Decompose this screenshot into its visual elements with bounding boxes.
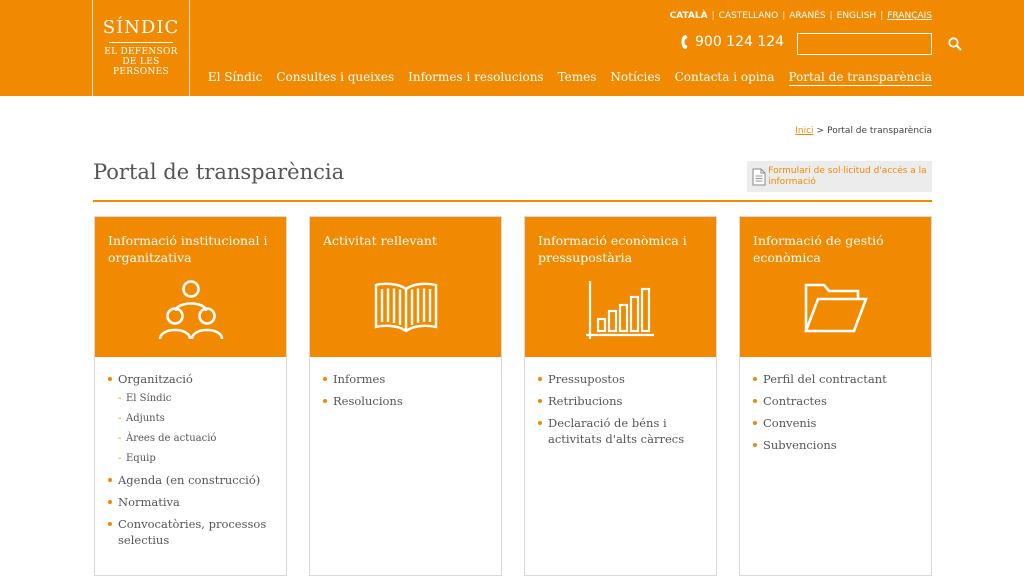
lang-separator: | bbox=[829, 11, 833, 21]
card-link-list: Pressupostos Retribucions Declaració de … bbox=[525, 357, 716, 447]
sub-link-list: El Síndic Adjunts Àrees de actuació Equi… bbox=[118, 392, 276, 466]
card-header[interactable]: Informació institucional i organitzativa bbox=[95, 217, 286, 357]
list-item: Pressupostos bbox=[538, 371, 706, 387]
list-item: Agenda (en construcció) bbox=[108, 472, 276, 488]
open-book-icon bbox=[310, 279, 501, 335]
card-header[interactable]: Activitat rellevant bbox=[310, 217, 501, 357]
link-arees-actuacio[interactable]: Àrees de actuació bbox=[126, 433, 216, 444]
link-declaracio-bens[interactable]: Declaració de béns i activitats d'alts c… bbox=[548, 416, 684, 446]
lang-separator: | bbox=[782, 11, 786, 21]
nav-temes[interactable]: Temes bbox=[558, 69, 597, 86]
nav-informes-resolucions[interactable]: Informes i resolucions bbox=[408, 69, 543, 86]
link-convenis[interactable]: Convenis bbox=[763, 416, 816, 430]
nav-noticies[interactable]: Notícies bbox=[610, 69, 660, 86]
list-item: Organització El Síndic Adjunts Àrees de … bbox=[108, 371, 276, 466]
nav-portal-transparencia[interactable]: Portal de transparència bbox=[788, 69, 932, 86]
list-item: Contractes bbox=[753, 393, 921, 409]
card-header[interactable]: Informació de gestió econòmica bbox=[740, 217, 931, 357]
folder-icon bbox=[740, 279, 931, 335]
logo-subtitle-line-3: PERSONES bbox=[113, 67, 169, 77]
link-subvencions[interactable]: Subvencions bbox=[763, 438, 837, 452]
link-el-sindic[interactable]: El Síndic bbox=[126, 393, 171, 404]
list-item: Convenis bbox=[753, 415, 921, 431]
phone-contact: 900 124 124 bbox=[680, 34, 784, 50]
page-title: Portal de transparència bbox=[93, 160, 345, 184]
breadcrumb-home-link[interactable]: Inici bbox=[795, 126, 813, 136]
card-link-list: Perfil del contractant Contractes Conven… bbox=[740, 357, 931, 453]
sub-list-item: El Síndic bbox=[118, 392, 276, 406]
link-retribucions[interactable]: Retribucions bbox=[548, 394, 622, 408]
nav-consultes-queixes[interactable]: Consultes i queixes bbox=[276, 69, 394, 86]
card-title: Informació de gestió econòmica bbox=[753, 233, 884, 265]
access-request-form-link[interactable]: Formulari de sol·licitud d'accés a la in… bbox=[747, 161, 932, 192]
link-informes[interactable]: Informes bbox=[333, 372, 385, 386]
link-adjunts[interactable]: Adjunts bbox=[126, 413, 165, 424]
card-link-list: Informes Resolucions bbox=[310, 357, 501, 409]
list-item: Declaració de béns i activitats d'alts c… bbox=[538, 415, 706, 447]
logo-subtitle-line-2: DE LES bbox=[122, 57, 160, 67]
breadcrumb-current: Portal de transparència bbox=[827, 126, 932, 136]
link-agenda[interactable]: Agenda (en construcció) bbox=[118, 473, 260, 487]
lang-castellano[interactable]: CASTELLANO bbox=[719, 11, 779, 21]
card-relevant-activity: Activitat rellevant Informes Resolucions bbox=[309, 216, 502, 576]
card-title: Informació institucional i organitzativa bbox=[108, 233, 268, 265]
sub-list-item: Àrees de actuació bbox=[118, 432, 276, 446]
lang-aranes[interactable]: ARANÉS bbox=[789, 11, 825, 21]
card-economic-budget-info: Informació econòmica i pressupostària Pr… bbox=[524, 216, 717, 576]
phone-number: 900 124 124 bbox=[695, 34, 785, 50]
logo-title: SÍNDIC bbox=[102, 17, 180, 38]
document-icon bbox=[750, 168, 767, 186]
link-pressupostos[interactable]: Pressupostos bbox=[548, 372, 625, 386]
link-normativa[interactable]: Normativa bbox=[118, 495, 180, 509]
link-contractes[interactable]: Contractes bbox=[763, 394, 827, 408]
search-box bbox=[797, 33, 962, 55]
list-item: Perfil del contractant bbox=[753, 371, 921, 387]
title-divider bbox=[93, 200, 932, 202]
nav-contacta-opina[interactable]: Contacta i opina bbox=[675, 69, 775, 86]
sindic-logo[interactable]: SÍNDIC EL DEFENSOR DE LES PERSONES bbox=[92, 0, 190, 96]
breadcrumb-separator: > bbox=[816, 126, 825, 136]
bar-chart-icon bbox=[525, 279, 716, 343]
search-icon bbox=[948, 37, 962, 51]
language-switcher: CATALÀ | CASTELLANO | ARANÉS | ENGLISH | FRANÇAI… bbox=[670, 11, 932, 21]
card-institutional-info: Informació institucional i organitzativa… bbox=[94, 216, 287, 576]
list-item: Informes bbox=[323, 371, 491, 387]
breadcrumb: Inici > Portal de transparència bbox=[795, 126, 932, 136]
card-title: Informació econòmica i pressupostària bbox=[538, 233, 687, 265]
access-request-form-label: Formulari de sol·licitud d'accés a la in… bbox=[768, 165, 927, 187]
people-icon bbox=[95, 279, 286, 341]
main-nav: El Síndic Consultes i queixes Informes i… bbox=[208, 69, 932, 86]
link-equip[interactable]: Equip bbox=[126, 453, 156, 464]
card-header[interactable]: Informació econòmica i pressupostària bbox=[525, 217, 716, 357]
link-resolucions[interactable]: Resolucions bbox=[333, 394, 403, 408]
search-button[interactable] bbox=[948, 34, 962, 54]
lang-separator: | bbox=[711, 11, 715, 21]
list-item: Subvencions bbox=[753, 437, 921, 453]
lang-separator: | bbox=[880, 11, 884, 21]
link-perfil-contractant[interactable]: Perfil del contractant bbox=[763, 372, 887, 386]
nav-el-sindic[interactable]: El Síndic bbox=[208, 69, 262, 86]
phone-icon bbox=[681, 35, 688, 49]
search-input[interactable] bbox=[798, 34, 948, 54]
list-item: Retribucions bbox=[538, 393, 706, 409]
site-header: SÍNDIC EL DEFENSOR DE LES PERSONES CATAL… bbox=[0, 0, 1024, 96]
logo-divider bbox=[109, 42, 173, 43]
card-economic-management-info: Informació de gestió econòmica Perfil de… bbox=[739, 216, 932, 576]
card-title: Activitat rellevant bbox=[323, 233, 437, 248]
logo-subtitle-line-1: EL DEFENSOR bbox=[104, 47, 178, 57]
list-item: Convocatòries, processos selectius bbox=[108, 516, 276, 548]
sub-list-item: Equip bbox=[118, 452, 276, 466]
lang-catala[interactable]: CATALÀ bbox=[670, 11, 708, 21]
list-item: Resolucions bbox=[323, 393, 491, 409]
lang-english[interactable]: ENGLISH bbox=[837, 11, 877, 21]
lang-francais[interactable]: FRANÇAIS bbox=[887, 11, 932, 21]
link-organitzacio[interactable]: Organització bbox=[118, 372, 193, 386]
list-item: Normativa bbox=[108, 494, 276, 510]
card-link-list: Organització El Síndic Adjunts Àrees de … bbox=[95, 357, 286, 548]
sub-list-item: Adjunts bbox=[118, 412, 276, 426]
link-convocatories[interactable]: Convocatòries, processos selectius bbox=[118, 517, 266, 547]
